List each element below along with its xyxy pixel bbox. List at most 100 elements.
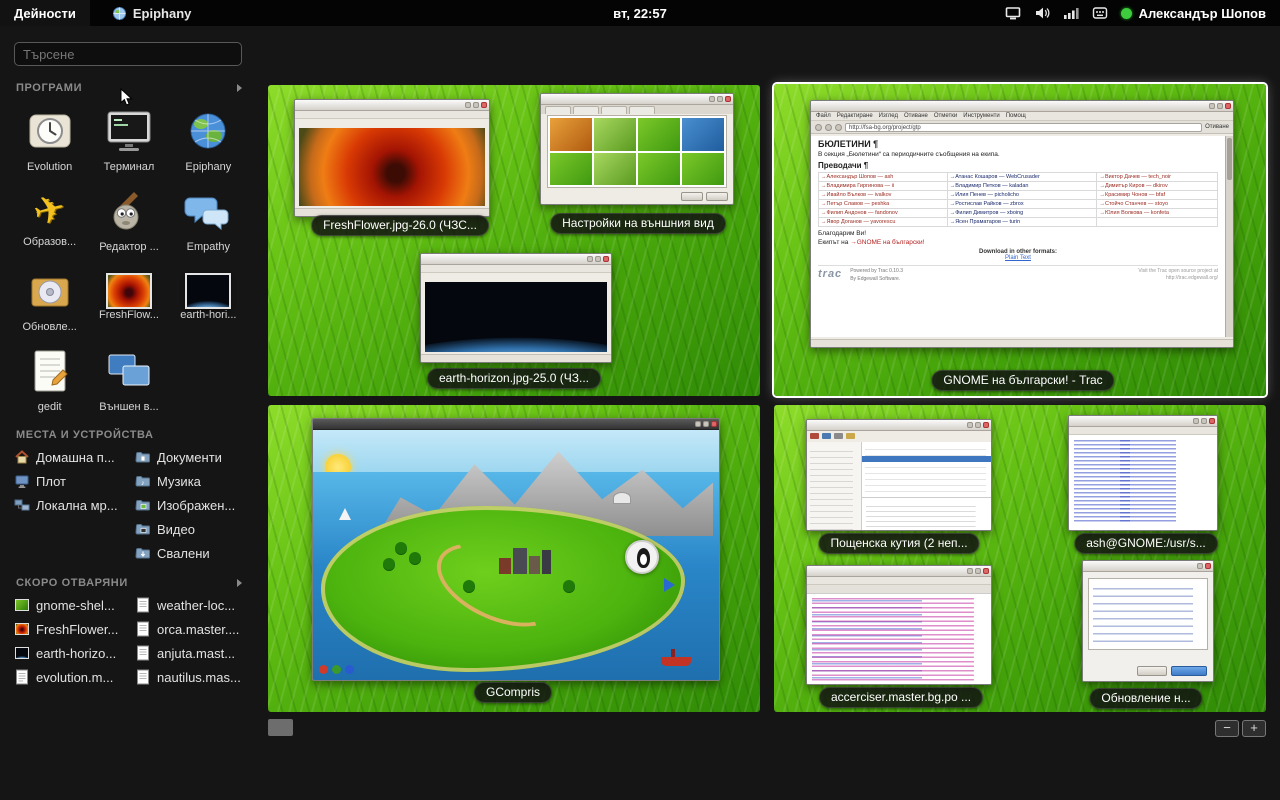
zoom-in-button[interactable]: + — [1242, 720, 1266, 737]
app-terminal[interactable]: Терминал — [89, 106, 168, 173]
close-button-icon — [725, 96, 731, 102]
gcompris-window[interactable] — [312, 418, 720, 681]
search-input[interactable] — [14, 42, 242, 66]
recent-item[interactable]: nautilus.mas... — [135, 669, 244, 685]
text-editor-icon — [25, 383, 75, 400]
place-downloads[interactable]: Свалени — [135, 545, 244, 561]
back-button-icon — [815, 124, 822, 131]
minimize-button-icon — [587, 256, 593, 262]
web-browser-globe-icon — [183, 143, 233, 160]
window-titlebar — [807, 420, 991, 431]
maximize-button-icon — [975, 422, 981, 428]
translators-table: →Александър Шопов — ash→Атанас Кошаров —… — [818, 172, 1218, 227]
app-freshflower-image[interactable]: FreshFlow... — [89, 266, 168, 333]
control-ball-icon — [345, 665, 354, 674]
close-button-icon — [711, 421, 717, 427]
window-statusbar — [421, 354, 611, 362]
plain-text-link: Plain Text — [818, 255, 1218, 261]
recent-expand-arrow-icon[interactable] — [237, 579, 242, 587]
overview-sidebar: ПРОГРАМИ Evolution Терминал Epiphany ✈ О… — [0, 26, 258, 800]
recent-item[interactable]: weather-loc... — [135, 597, 244, 613]
top-bar: Дейности Epiphany вт, 22:57 Александър Ш… — [0, 0, 1280, 26]
app-empathy[interactable]: Empathy — [169, 186, 248, 253]
image-viewer-window-freshflower[interactable] — [294, 99, 490, 217]
image-viewer-window-earth[interactable] — [420, 253, 612, 363]
browser-toolbar: http://fsa-bg.org/project/gtp Отиване — [811, 121, 1233, 134]
browser-window-trac[interactable]: Файл Редактиране Изглед Отиване Отметки … — [810, 100, 1234, 348]
window-title-pill: Настройки на външния вид — [550, 213, 726, 234]
window-titlebar — [1083, 561, 1213, 572]
app-gedit[interactable]: gedit — [10, 346, 89, 413]
app-epiphany[interactable]: Epiphany — [169, 106, 248, 173]
app-evolution[interactable]: Evolution — [10, 106, 89, 173]
building — [542, 550, 551, 574]
wallpaper-thumbnail — [550, 153, 592, 186]
trac-logo: trac — [818, 268, 842, 280]
clock[interactable]: вт, 22:57 — [613, 6, 667, 21]
display-icon[interactable] — [1005, 5, 1021, 21]
workspace-1[interactable]: FreshFlower.jpg-26.0 (ЧЗС... Настройки н… — [268, 85, 760, 396]
app-earth-image[interactable]: earth-hori... — [169, 266, 248, 333]
volume-icon[interactable] — [1034, 5, 1050, 21]
image-thumbnail-icon — [14, 645, 30, 661]
place-pictures[interactable]: Изображен... — [135, 497, 244, 513]
window-title-pill: accerciser.master.bg.po ... — [819, 687, 983, 708]
recent-item[interactable]: FreshFlower... — [14, 621, 123, 637]
window-title-pill: GNOME на български! - Trac — [931, 370, 1114, 391]
minimize-button-icon — [465, 102, 471, 108]
tree — [395, 542, 407, 554]
terminal-window[interactable] — [1068, 415, 1218, 531]
team-link: →GNOME на български! — [850, 239, 924, 246]
recent-item[interactable]: evolution.m... — [14, 669, 123, 685]
maximize-button-icon — [703, 421, 709, 427]
close-button-icon — [1205, 563, 1211, 569]
workspace-add-indicator[interactable] — [268, 719, 293, 736]
gedit-window[interactable] — [806, 565, 992, 685]
recent-item[interactable]: gnome-shel... — [14, 597, 123, 613]
workspace-2-active[interactable]: Файл Редактиране Изглед Отиване Отметки … — [774, 84, 1266, 396]
url-field: http://fsa-bg.org/project/gtp — [845, 123, 1202, 132]
activities-button[interactable]: Дейности — [0, 0, 90, 26]
place-desktop[interactable]: Плот — [14, 473, 123, 489]
programs-section-title: ПРОГРАМИ — [16, 82, 82, 94]
flower-photo-thumbnail-icon — [89, 273, 168, 309]
minimize-button-icon — [967, 422, 973, 428]
software-update-window[interactable] — [1082, 560, 1214, 682]
settings-tab — [601, 106, 627, 114]
input-method-icon[interactable] — [1092, 5, 1108, 21]
app-gcompris[interactable]: ✈ Образов... — [10, 186, 89, 253]
focused-app-menu[interactable]: Epiphany — [112, 6, 192, 21]
text-document-icon — [135, 621, 151, 637]
focused-app-name: Epiphany — [133, 6, 192, 21]
maximize-button-icon — [473, 102, 479, 108]
recent-item[interactable]: orca.master.... — [135, 621, 244, 637]
workspace-4[interactable]: Пощенска кутия (2 неп... ash@GNOME:/usr/… — [774, 405, 1266, 712]
app-gimp[interactable]: Редактор ... — [89, 186, 168, 253]
recent-item[interactable]: anjuta.mast... — [135, 645, 244, 661]
place-home[interactable]: Домашна п... — [14, 449, 123, 465]
app-appearance[interactable]: Външен в... — [89, 346, 168, 413]
appearance-settings-window[interactable] — [540, 93, 734, 205]
folder-documents-icon — [135, 449, 151, 465]
building — [499, 558, 511, 574]
window-titlebar — [313, 419, 719, 430]
recent-list: gnome-shel... FreshFlower... earth-horiz… — [0, 597, 258, 685]
place-music[interactable]: ♪ Музика — [135, 473, 244, 489]
workspace-3[interactable]: GCompris — [268, 405, 760, 712]
home-icon — [14, 449, 30, 465]
place-videos[interactable]: Видео — [135, 521, 244, 537]
app-software-update[interactable]: Обновле... — [10, 266, 89, 333]
minimize-button-icon — [1193, 418, 1199, 424]
building — [529, 556, 540, 574]
close-button-icon — [481, 102, 487, 108]
recent-item[interactable]: earth-horizo... — [14, 645, 123, 661]
network-signal-icon[interactable] — [1063, 5, 1079, 21]
mail-window[interactable] — [806, 419, 992, 531]
zoom-out-button[interactable]: − — [1215, 720, 1239, 737]
place-documents[interactable]: Документи — [135, 449, 244, 465]
maximize-button-icon — [1201, 418, 1207, 424]
user-menu[interactable]: Александър Шопов — [1121, 6, 1266, 21]
programs-expand-arrow-icon[interactable] — [237, 84, 242, 92]
control-ball-icon — [332, 665, 341, 674]
place-local-network[interactable]: Локална мр... — [14, 497, 123, 513]
